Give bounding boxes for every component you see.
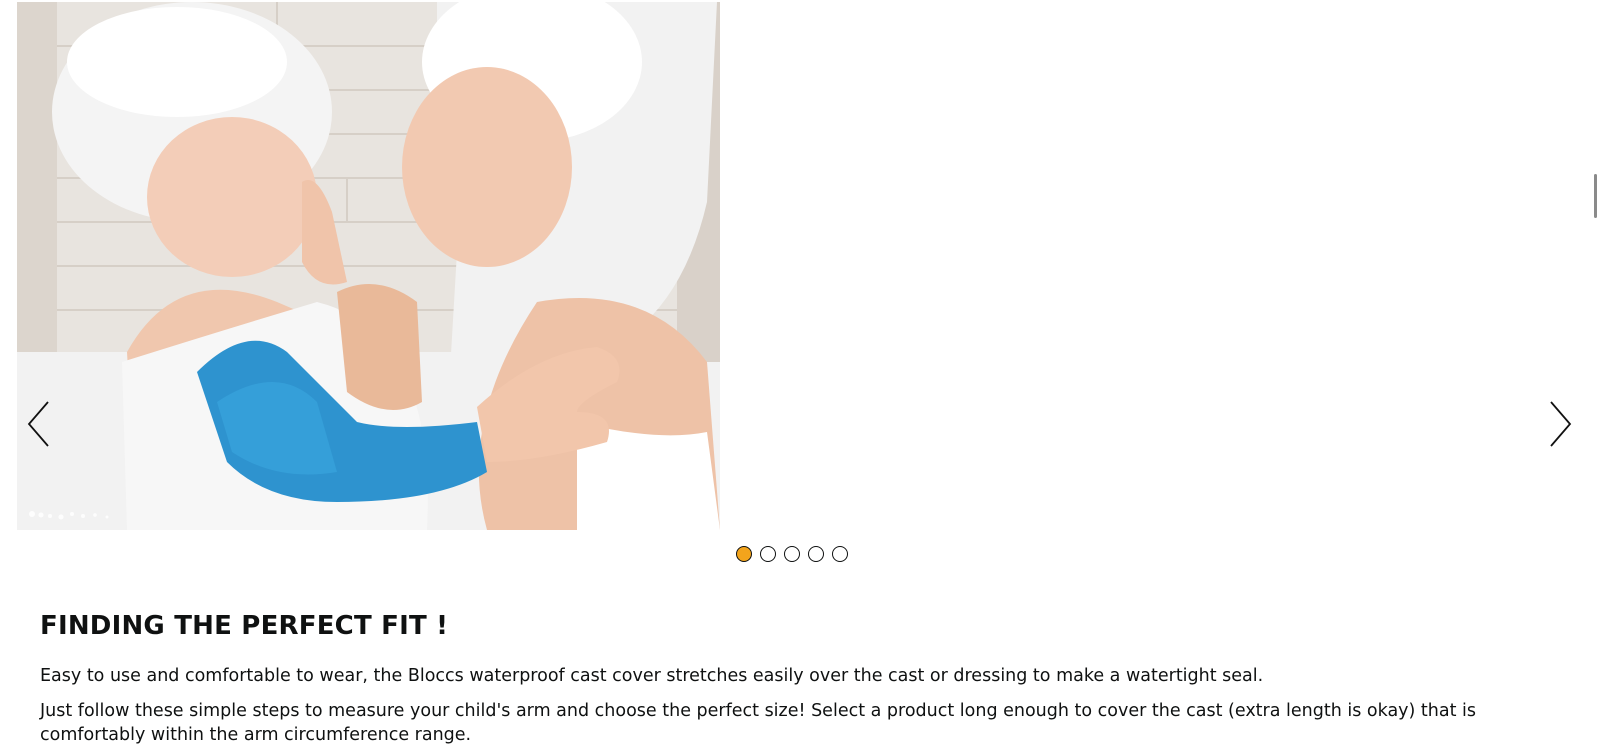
scrollbar-thumb[interactable] <box>1594 174 1597 218</box>
carousel-pagination <box>736 546 848 566</box>
product-image <box>17 2 720 530</box>
page: FINDING THE PERFECT FIT ! Easy to use an… <box>0 0 1600 756</box>
carousel-dot-4[interactable] <box>808 546 824 562</box>
carousel-dot-1[interactable] <box>736 546 752 562</box>
chevron-left-icon <box>27 401 49 447</box>
instructions-paragraph: Just follow these simple steps to measur… <box>40 701 1476 745</box>
description-paragraph: Easy to use and comfortable to wear, the… <box>40 666 1264 686</box>
previous-slide-button[interactable] <box>24 400 54 448</box>
carousel-dot-5[interactable] <box>832 546 848 562</box>
image-carousel <box>0 0 1600 575</box>
fit-guide-section: FINDING THE PERFECT FIT ! Easy to use an… <box>40 608 1560 747</box>
section-heading: FINDING THE PERFECT FIT ! <box>40 611 449 641</box>
chevron-right-icon <box>1550 401 1572 447</box>
next-slide-button[interactable] <box>1545 400 1575 448</box>
carousel-dot-2[interactable] <box>760 546 776 562</box>
carousel-dot-3[interactable] <box>784 546 800 562</box>
